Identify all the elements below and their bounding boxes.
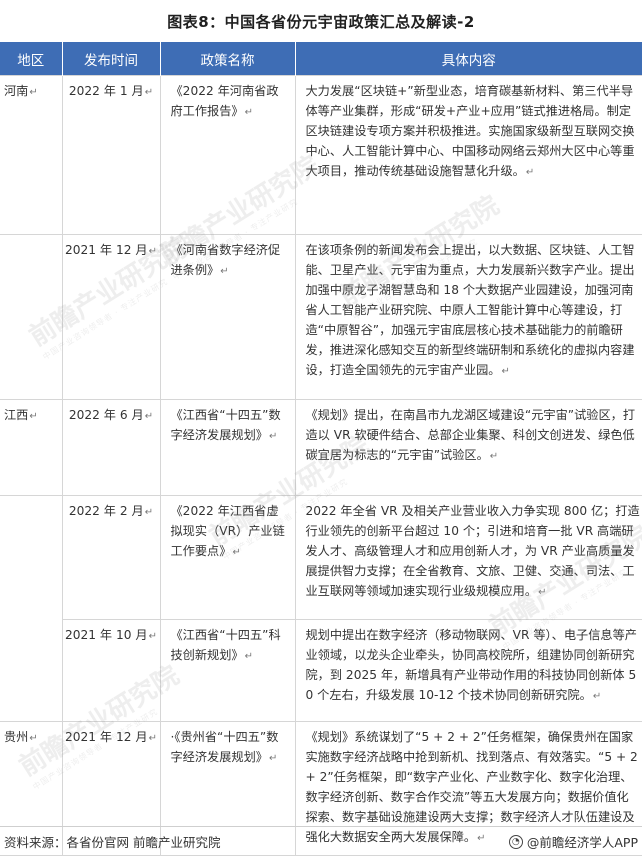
region-cell [0,619,63,722]
content-cell: 《规划》提出，在南昌市九龙湖区域建设“元宇宙”试验区，打造以 VR 软硬件结合、… [295,399,642,496]
policy-content: 在该项条例的新闻发布会上提出，以大数据、区块链、人工智能、卫星产业、元宇宙为重点… [305,243,635,377]
policy-name: 《江西省“十四五”数字经济发展规划》 [170,408,281,442]
policy-name: ·《贵州省“十四五”数字经济发展规划》 [170,730,279,764]
policy-table: 地区 发布时间 政策名称 具体内容 河南↵ 2022 年 1 月↵ 《2022 … [0,42,642,856]
content-cell: 在该项条例的新闻发布会上提出，以大数据、区块链、人工智能、卫星产业、元宇宙为重点… [295,234,642,400]
brand-logo-icon: ◔ [508,834,523,849]
source-note: 资料来源：各省份官网 前瞻产业研究院 [4,835,221,850]
policy-name-cell: 《2022 年江西省虚拟现实（VR）产业链工作要点》↵ [160,495,296,620]
policy-name: 《江西省“十四五”科技创新规划》 [170,628,281,662]
date-label: 2021 年 12 月 [65,243,148,257]
region-cell [0,234,63,400]
brand: ◔ @前瞻经济学人APP [508,832,638,851]
table-header-row: 地区 发布时间 政策名称 具体内容 [0,42,642,76]
date-label: 2021 年 12 月 [65,730,148,744]
date-cell: 2022 年 1 月↵ [62,75,161,235]
policy-name-cell: 《河南省数字经济促进条例》↵ [160,234,296,400]
policy-name-cell: 《2022 年河南省政府工作报告》↵ [160,75,296,235]
table-row: 2021 年 10 月↵ 《江西省“十四五”科技创新规划》↵ 规划中提出在数字经… [0,619,642,722]
policy-content: 规划中提出在数字经济（移动物联网、VR 等）、电子信息等产业领域，以龙头企业牵头… [305,628,637,702]
chart-title: 图表8：中国各省份元宇宙政策汇总及解读-2 [167,12,475,31]
footer: 资料来源：各省份官网 前瞻产业研究院 ◔ @前瞻经济学人APP [0,826,642,856]
region-cell: 河南↵ [0,75,63,235]
policy-name: 《2022 年江西省虚拟现实（VR）产业链工作要点》 [170,504,285,558]
policy-name-cell: 《江西省“十四五”科技创新规划》↵ [160,619,296,722]
header-policy-name: 政策名称 [160,42,296,76]
date-label: 2021 年 10 月 [65,628,148,642]
policy-name-cell: 《江西省“十四五”数字经济发展规划》↵ [160,399,296,496]
table-row: 2021 年 12 月↵ 《河南省数字经济促进条例》↵ 在该项条例的新闻发布会上… [0,234,642,400]
header-region: 地区 [0,42,63,76]
date-cell: 2022 年 6 月↵ [62,399,161,496]
date-cell: 2021 年 10 月↵ [62,619,161,722]
region-cell [0,495,63,620]
region-label: 江西 [4,408,29,422]
date-label: 2022 年 2 月 [68,504,144,518]
date-label: 2022 年 6 月 [68,408,144,422]
table-row: 2022 年 2 月↵ 《2022 年江西省虚拟现实（VR）产业链工作要点》↵ … [0,495,642,620]
content-cell: 大力发展“区块链+”新型业态，培育碳基新材料、第三代半导体等产业集群，形成“研发… [295,75,642,235]
content-cell: 2022 年全省 VR 及相关产业营业收入力争实现 800 亿；打造行业领先的创… [295,495,642,620]
header-content: 具体内容 [295,42,642,76]
policy-content: 2022 年全省 VR 及相关产业营业收入力争实现 800 亿；打造行业领先的创… [305,504,640,598]
region-label: 河南 [4,84,29,98]
policy-content: 大力发展“区块链+”新型业态，培育碳基新材料、第三代半导体等产业集群，形成“研发… [305,84,635,178]
policy-name: 《2022 年河南省政府工作报告》 [170,84,279,118]
brand-label: @前瞻经济学人APP [526,835,638,850]
date-cell: 2022 年 2 月↵ [62,495,161,620]
date-label: 2022 年 1 月 [68,84,144,98]
table-row: 江西↵ 2022 年 6 月↵ 《江西省“十四五”数字经济发展规划》↵ 《规划》… [0,399,642,496]
region-label: 贵州 [4,730,29,744]
date-cell: 2021 年 12 月↵ [62,234,161,400]
table-row: 河南↵ 2022 年 1 月↵ 《2022 年河南省政府工作报告》↵ 大力发展“… [0,75,642,235]
content-cell: 规划中提出在数字经济（移动物联网、VR 等）、电子信息等产业领域，以龙头企业牵头… [295,619,642,722]
header-date: 发布时间 [62,42,161,76]
region-cell: 江西↵ [0,399,63,496]
policy-content: 《规划》提出，在南昌市九龙湖区域建设“元宇宙”试验区，打造以 VR 软硬件结合、… [305,408,636,462]
